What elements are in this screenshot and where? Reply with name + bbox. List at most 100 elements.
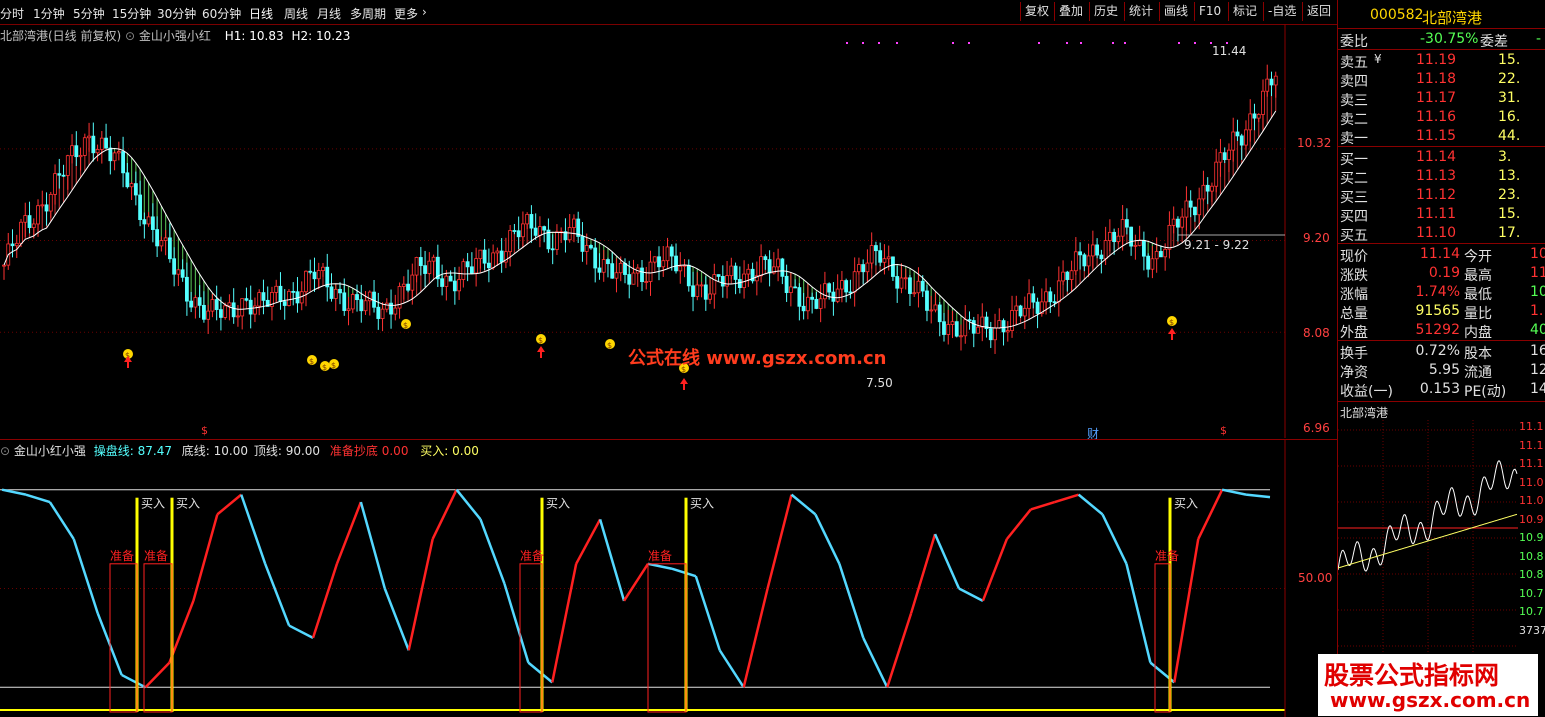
stat-row: 涨跌 0.19 最高 11 — [1338, 264, 1545, 284]
candle-body — [146, 216, 151, 225]
candle-body — [1044, 291, 1048, 303]
caopan-segment — [551, 563, 578, 683]
caopan-segment — [359, 501, 386, 589]
candle-body — [793, 286, 798, 289]
candle-body — [652, 256, 657, 263]
indicator-header: ⊙ 金山小红小强 操盘线: 87.47 底线: 10.00 顶线: 90.00 … — [0, 442, 479, 459]
buy-signal-label: 买入 — [690, 497, 714, 511]
period-tab-1min[interactable]: 1分钟 — [33, 5, 65, 22]
intraday-axis-label: 10.8 — [1519, 568, 1544, 581]
intraday-axis-label: 10.7 — [1519, 586, 1544, 600]
mark-button[interactable]: 标记 — [1228, 2, 1261, 21]
stats-button[interactable]: 统计 — [1124, 2, 1157, 21]
candle-body — [1010, 310, 1014, 331]
chevron-right-icon[interactable]: › — [422, 5, 427, 19]
candle-body — [1018, 305, 1023, 317]
prepare-label: 准备 — [144, 549, 168, 563]
stat-value: 14 — [1530, 381, 1545, 397]
fuquan-button[interactable]: 复权 — [1020, 2, 1053, 21]
ask-row[interactable]: 卖三 11.17 31. — [1338, 89, 1545, 109]
candle-body — [857, 264, 861, 273]
caopan-segment — [407, 538, 434, 651]
candle-body — [163, 237, 168, 241]
prepare-box — [143, 563, 173, 713]
period-tab-5min[interactable]: 5分钟 — [73, 5, 105, 22]
candle-body — [695, 284, 700, 297]
candle-body — [282, 301, 287, 306]
candle-body — [822, 283, 827, 300]
candle-body — [937, 304, 942, 323]
candle-body — [321, 266, 325, 271]
back-button[interactable]: 返回 — [1302, 2, 1335, 21]
chevron-down-icon[interactable]: ⊙ — [0, 444, 10, 458]
candle-body — [1129, 226, 1134, 247]
indicator-name[interactable]: 金山小强小红 — [139, 29, 211, 43]
candle-body — [597, 267, 602, 273]
history-button[interactable]: 历史 — [1089, 2, 1122, 21]
candle-body — [108, 147, 113, 162]
bid-row[interactable]: 买一 11.14 3. — [1338, 148, 1545, 168]
period-tab-week[interactable]: 周线 — [284, 5, 308, 22]
bid-row[interactable]: 买三 11.12 23. — [1338, 186, 1545, 206]
candle-body — [644, 281, 649, 283]
stock-code: 000582 — [1370, 7, 1424, 23]
candle-body — [495, 250, 500, 254]
candle-body — [1171, 218, 1176, 226]
ask-row[interactable]: 卖二 11.16 16. — [1338, 108, 1545, 128]
candle-body — [1022, 307, 1027, 317]
stat-value: 10 — [1530, 284, 1545, 300]
indicator-chart[interactable]: 买入 买入 买入 买入 买入 准备 准备 准备 准备 准备 ⊙ 金山小红小强 操盘线: 87.47… — [0, 439, 1337, 717]
candle-body — [482, 249, 487, 264]
candle-body — [550, 248, 555, 251]
candle-body — [665, 246, 670, 262]
period-tab-month[interactable]: 月线 — [317, 5, 341, 22]
candle-body — [261, 292, 266, 301]
caopan-segment — [1125, 563, 1152, 663]
high-annotation: 11.44 — [1212, 44, 1247, 58]
period-tab-15min[interactable]: 15分钟 — [112, 5, 151, 22]
period-tab-60min[interactable]: 60分钟 — [202, 5, 241, 22]
period-tab-more[interactable]: 更多 — [394, 5, 418, 22]
candle-body — [19, 221, 23, 244]
ask-row[interactable]: 卖四 11.18 22. — [1338, 70, 1545, 90]
f10-button[interactable]: F10 — [1194, 2, 1225, 21]
candle-body — [304, 270, 308, 293]
draw-button[interactable]: 画线 — [1159, 2, 1192, 21]
ask-row[interactable]: 卖一 11.15 44. — [1338, 127, 1545, 147]
stat-label: 最高 — [1464, 268, 1492, 284]
candle-body — [606, 259, 610, 265]
candle-body — [167, 237, 172, 260]
money-bag-glyph: $ — [538, 336, 543, 345]
candle-body — [376, 306, 381, 319]
chevron-down-icon[interactable]: ⊙ — [125, 29, 135, 43]
overlay-button[interactable]: 叠加 — [1054, 2, 1087, 21]
candle-body — [763, 256, 768, 261]
indicator-title[interactable]: 金山小红小强 — [14, 444, 86, 458]
candle-body — [278, 285, 283, 302]
ask-row[interactable]: 卖五 ¥11.19 15. — [1338, 51, 1545, 71]
bid-row[interactable]: 买二 11.13 13. — [1338, 167, 1545, 187]
caopan-segment — [1054, 493, 1079, 504]
watchlist-button[interactable]: -自选 — [1263, 2, 1300, 21]
period-tab-multi[interactable]: 多周期 — [350, 5, 386, 22]
caopan-segment — [240, 494, 267, 565]
period-tab-day[interactable]: 日线 — [249, 5, 273, 22]
candle-body — [1065, 271, 1070, 280]
candle-body — [810, 296, 815, 300]
kline-chart[interactable]: $ $ $ $ $ $ $ $ $ $ $ 北部湾港(日线 前复权) ⊙ 金山小强小红 H1: 10… — [0, 24, 1337, 441]
period-tab-fenshi[interactable]: 分时 — [0, 5, 24, 22]
caopan-segment — [622, 563, 650, 602]
period-tab-30min[interactable]: 30分钟 — [157, 5, 196, 22]
stat-value: 11.14 — [1419, 246, 1460, 262]
candle-body — [1095, 244, 1100, 256]
candle-body — [380, 308, 385, 319]
candle-body — [1244, 129, 1248, 146]
candle-body — [903, 277, 908, 280]
caopan-segment — [1077, 493, 1104, 516]
caopan-segment — [909, 533, 937, 614]
bid-row[interactable]: 买五 11.10 17. — [1338, 224, 1545, 244]
candle-body — [946, 324, 951, 335]
signal-dot — [952, 42, 954, 44]
bid-row[interactable]: 买四 11.11 15. — [1338, 205, 1545, 225]
candle-body — [805, 296, 810, 312]
